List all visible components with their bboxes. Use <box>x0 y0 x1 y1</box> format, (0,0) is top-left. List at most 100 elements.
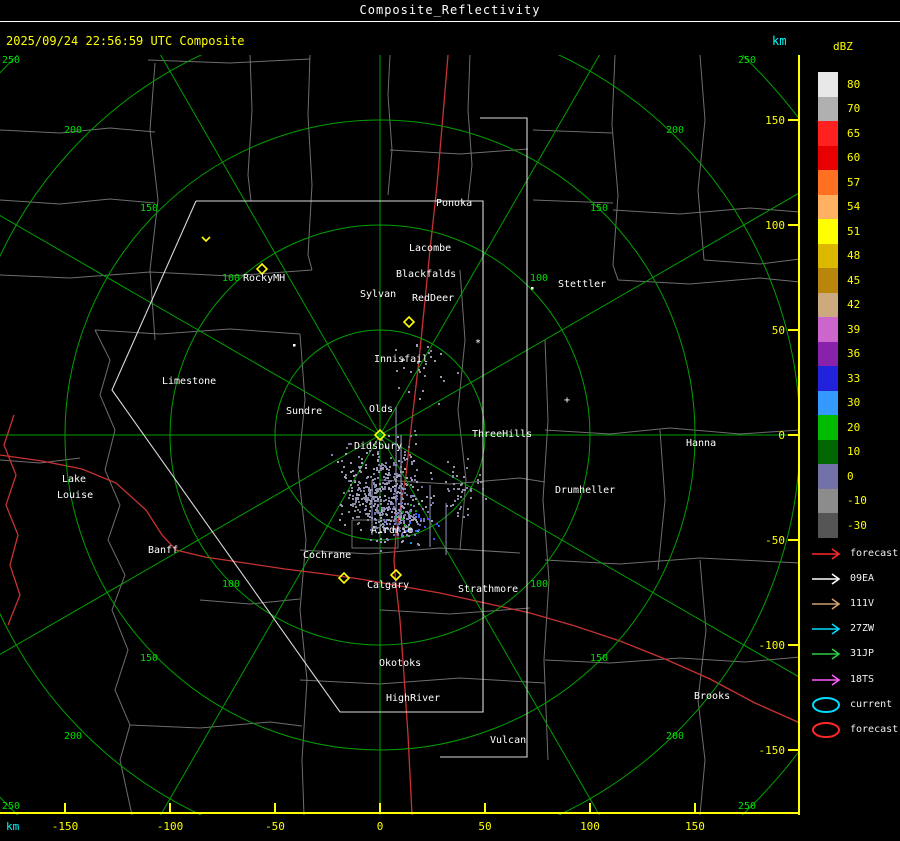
colorbar-swatch <box>818 317 838 342</box>
legend-label: 31JP <box>850 649 874 659</box>
colorbar-value: 45 <box>847 275 860 286</box>
window-title: Composite_Reflectivity <box>360 3 541 17</box>
city-label: Lacombe <box>409 243 451 254</box>
legend-ellipse-icon <box>810 721 846 739</box>
track-legend: forecast09EA111V27ZW31JP18TScurrentforec… <box>810 541 898 743</box>
city-label: HighRiver <box>386 693 440 704</box>
colorbar-entry: 10 <box>818 440 867 465</box>
colorbar-value: 57 <box>847 177 860 188</box>
colorbar-swatch <box>818 219 838 244</box>
legend-arrow-icon <box>810 671 846 689</box>
range-distance-label: 200 <box>64 125 82 136</box>
legend-label: current <box>850 700 892 710</box>
colorbar-scale: 807065605754514845423936333020100-10-30 <box>818 72 867 538</box>
right-axis-label: 0 <box>778 429 785 442</box>
colorbar-entry: 0 <box>818 464 867 489</box>
legend-label: forecast <box>850 549 898 559</box>
colorbar-value: 39 <box>847 324 860 335</box>
colorbar-value: 42 <box>847 299 860 310</box>
legend-arrow-icon <box>810 545 846 563</box>
city-label: Ponoka <box>436 198 472 209</box>
city-label: Calgary <box>367 580 409 591</box>
right-axis-label: 150 <box>765 114 785 127</box>
city-label: RedDeer <box>412 293 454 304</box>
colorbar-swatch <box>818 146 838 171</box>
colorbar-value: 60 <box>847 152 860 163</box>
colorbar-swatch <box>818 121 838 146</box>
right-axis-label: 100 <box>765 219 785 232</box>
range-distance-label: 200 <box>64 731 82 742</box>
colorbar-swatch <box>818 268 838 293</box>
bottom-axis: km -150-100-50050100150 <box>0 817 810 841</box>
city-label: Strathmore <box>458 584 518 595</box>
city-label: Brooks <box>694 691 730 702</box>
city-label: Innisfail <box>374 354 428 365</box>
colorbar-swatch <box>818 440 838 465</box>
city-label: Sundre <box>286 406 322 417</box>
colorbar-value: 70 <box>847 103 860 114</box>
colorbar-entry: 65 <box>818 121 867 146</box>
colorbar-swatch <box>818 366 838 391</box>
colorbar-swatch <box>818 72 838 97</box>
right-axis-label: 50 <box>772 324 785 337</box>
colorbar-value: 65 <box>847 128 860 139</box>
colorbar-value: 20 <box>847 422 860 433</box>
city-label: ThreeHills <box>472 429 532 440</box>
coverage-boxes <box>112 118 527 757</box>
bottom-axis-label: 150 <box>685 820 705 833</box>
colorbar-value: 54 <box>847 201 860 212</box>
legend-arrow-icon <box>810 570 846 588</box>
colorbar-swatch <box>818 464 838 489</box>
colorbar-swatch <box>818 391 838 416</box>
range-distance-label: 150 <box>140 203 158 214</box>
city-label: Limestone <box>162 376 216 387</box>
legend-label: 18TS <box>850 675 874 685</box>
chevron-marker-icon <box>202 237 210 241</box>
colorbar-swatch <box>818 170 838 195</box>
colorbar-entry: 42 <box>818 293 867 318</box>
legend-item: 18TS <box>810 667 898 692</box>
colorbar-entry: 39 <box>818 317 867 342</box>
colorbar-entry: 80 <box>818 72 867 97</box>
range-distance-label: 250 <box>2 55 20 66</box>
colorbar-swatch <box>818 489 838 514</box>
colorbar-entry: -30 <box>818 513 867 538</box>
title-bar: Composite_Reflectivity <box>0 0 900 22</box>
range-distance-label: 100 <box>222 579 240 590</box>
range-distance-label: 100 <box>222 273 240 284</box>
city-label: Didsbury <box>354 441 402 452</box>
range-distance-label: 250 <box>738 55 756 66</box>
city-label: Banff <box>148 545 178 556</box>
sidebar: 807065605754514845423936333020100-10-30 … <box>810 55 900 841</box>
colorbar-value: -30 <box>847 520 867 531</box>
colorbar-entry: 45 <box>818 268 867 293</box>
colorbar-entry: 20 <box>818 415 867 440</box>
timestamp: 2025/09/24 22:56:59 UTC Composite <box>6 34 244 48</box>
colorbar-value: 33 <box>847 373 860 384</box>
city-label: Louise <box>57 490 93 501</box>
colorbar-value: 36 <box>847 348 860 359</box>
radar-site-icon <box>339 573 349 583</box>
range-distance-label: 150 <box>590 653 608 664</box>
colorbar-value: 30 <box>847 397 860 408</box>
city-label: Lake <box>62 474 86 485</box>
bottom-axis-label: -150 <box>52 820 79 833</box>
bottom-axis-label: -100 <box>157 820 184 833</box>
legend-ellipse-icon <box>810 696 846 714</box>
colorbar-entry: 54 <box>818 195 867 220</box>
colorbar-swatch <box>818 195 838 220</box>
range-distance-label: 250 <box>2 801 20 812</box>
right-axis-label: -100 <box>759 639 786 652</box>
colorbar-swatch <box>818 513 838 538</box>
colorbar-value: 0 <box>847 471 854 482</box>
legend-arrow-icon <box>810 595 846 613</box>
legend-label: 27ZW <box>850 624 874 634</box>
right-axis-label: -50 <box>765 534 785 547</box>
city-label: Olds <box>369 404 393 415</box>
colorbar-value: 10 <box>847 446 860 457</box>
right-axis-label: -150 <box>759 744 786 757</box>
legend-label: 111V <box>850 599 874 609</box>
colorbar-value: -10 <box>847 495 867 506</box>
city-label: Vulcan <box>490 735 526 746</box>
svg-text:*: * <box>475 338 481 349</box>
